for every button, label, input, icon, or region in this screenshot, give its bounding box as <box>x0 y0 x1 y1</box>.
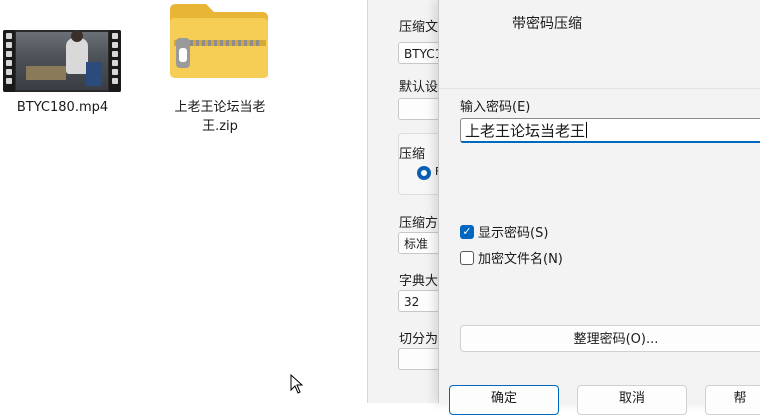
checkmark-icon: ✓ <box>460 224 474 239</box>
password-value: 上老王论坛当老王 <box>465 122 586 140</box>
zip-folder-icon <box>170 4 268 78</box>
mouse-cursor-icon <box>290 374 304 394</box>
compress-format-label: 压缩 <box>399 147 426 162</box>
ok-button[interactable]: 确定 <box>449 385 559 415</box>
compress-method-label: 压缩方 <box>399 216 439 231</box>
file-name: 上老王论坛当老王.zip <box>174 100 266 134</box>
video-file-icon <box>3 30 121 92</box>
compression-settings-dialog: 压缩文 BTYC1 默认设 压缩 F 压缩方 标准 字典大 32 切分为 <box>367 0 460 403</box>
format-radio[interactable] <box>417 166 431 180</box>
split-volume-label: 切分为 <box>399 332 439 347</box>
encrypt-filenames-checkbox[interactable]: 加密文件名(N) <box>460 248 563 267</box>
default-settings-label: 默认设 <box>399 80 439 95</box>
desktop: BTYC180.mp4 上老王论坛当老王.zip <box>0 0 372 403</box>
password-label: 输入密码(E) <box>460 100 531 115</box>
divider <box>439 88 760 89</box>
help-button[interactable]: 帮 <box>705 385 760 415</box>
dictionary-size-label: 字典大 <box>399 274 439 289</box>
dialog-title: 带密码压缩 <box>512 16 582 32</box>
cancel-button[interactable]: 取消 <box>577 385 687 415</box>
compress-file-label: 压缩文 <box>399 20 439 35</box>
show-password-label: 显示密码(S) <box>478 226 549 241</box>
text-caret <box>586 122 588 138</box>
encrypt-filenames-label: 加密文件名(N) <box>478 252 563 267</box>
password-compress-dialog: 带密码压缩 输入密码(E) 上老王论坛当老王 ✓ 显示密码(S) 加密文件名(N… <box>438 0 760 415</box>
checkbox-empty-icon <box>460 250 474 265</box>
file-name: BTYC180.mp4 <box>16 100 109 115</box>
password-input[interactable]: 上老王论坛当老王 <box>460 118 760 143</box>
manage-passwords-button[interactable]: 整理密码(O)... <box>460 325 760 352</box>
show-password-checkbox[interactable]: ✓ 显示密码(S) <box>460 222 548 241</box>
